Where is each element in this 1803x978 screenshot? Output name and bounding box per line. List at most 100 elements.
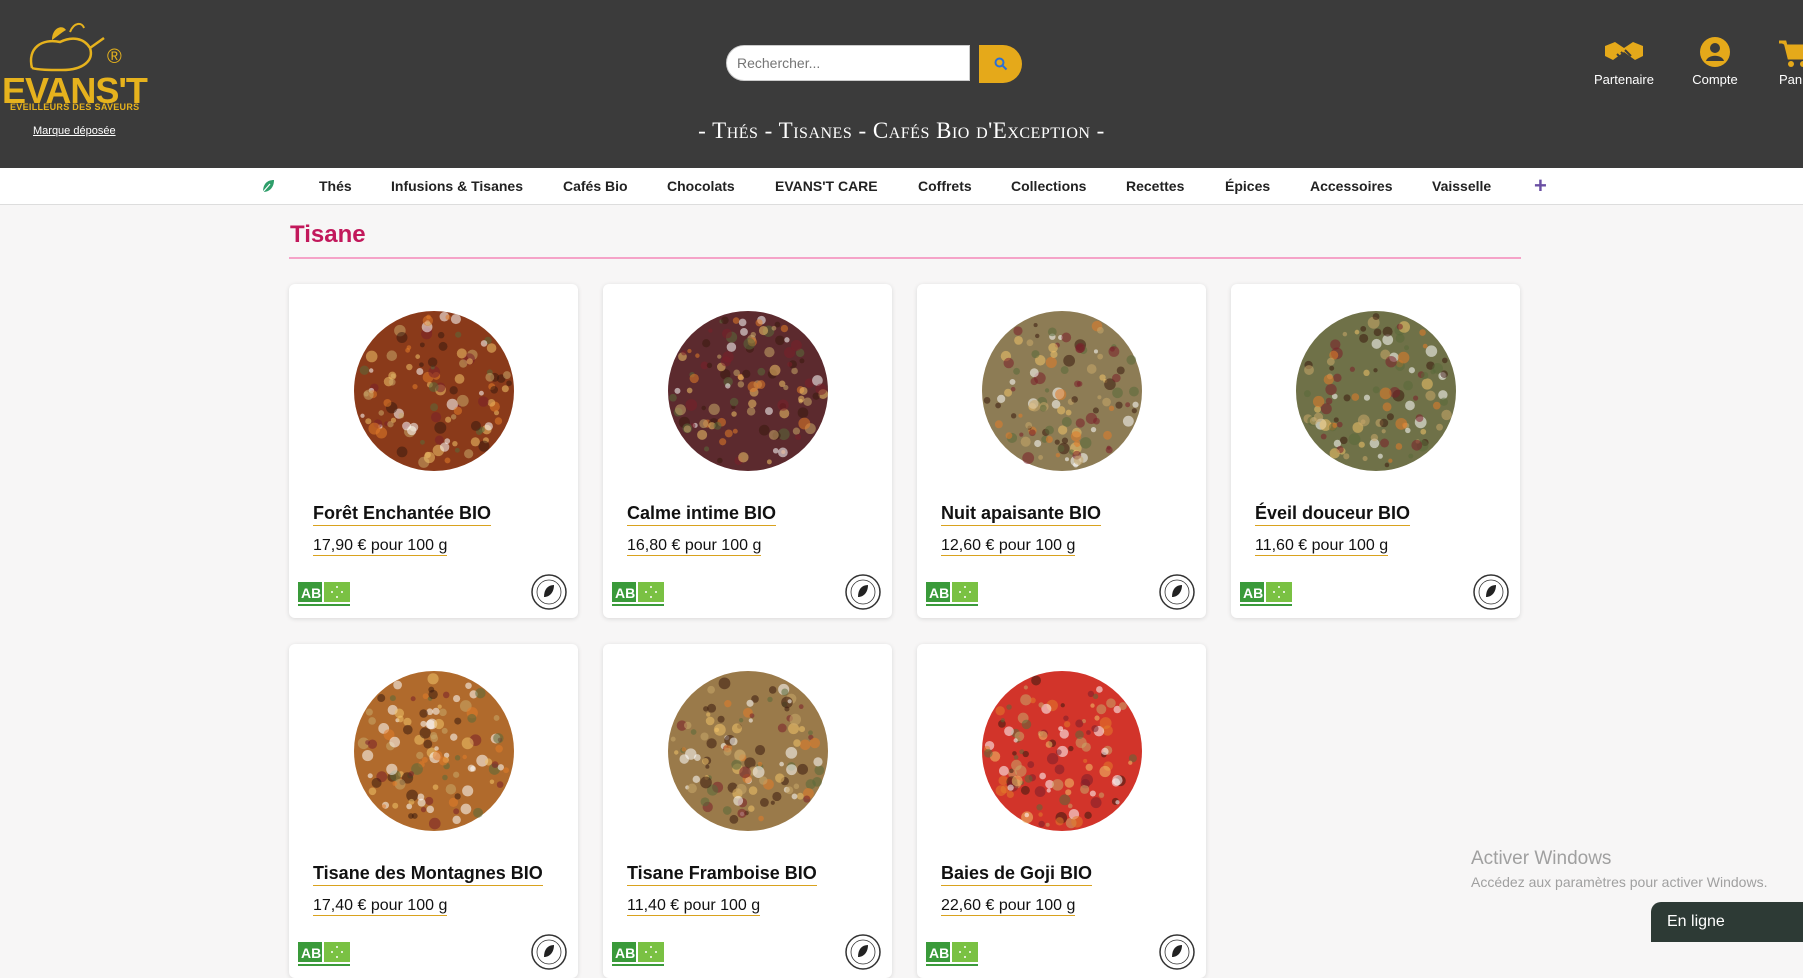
product-card[interactable]: Nuit apaisante BIO 12,60 € pour 100 g AB [917, 284, 1206, 618]
texture-speck [484, 422, 493, 431]
texture-speck [1439, 397, 1448, 406]
texture-speck [428, 382, 439, 393]
product-card[interactable]: Calme intime BIO 16,80 € pour 100 g AB [603, 284, 892, 618]
texture-speck [1071, 396, 1078, 403]
product-image[interactable] [967, 296, 1157, 486]
texture-speck [454, 717, 462, 725]
product-price: 16,80 € pour 100 g [627, 537, 762, 556]
nav-item-accessoires[interactable]: Accessoires [1310, 168, 1393, 204]
evanst-seal-icon [1158, 573, 1196, 616]
nav-more-button[interactable]: + [1534, 168, 1547, 204]
ab-organic-label-icon: AB [1240, 582, 1292, 613]
product-card[interactable]: Forêt Enchantée BIO 17,90 € pour 100 g A… [289, 284, 578, 618]
chat-widget[interactable]: En ligne [1651, 902, 1803, 942]
texture-speck [501, 385, 509, 393]
product-price: 22,60 € pour 100 g [941, 897, 1076, 916]
texture-speck [1013, 326, 1023, 336]
texture-speck [799, 386, 808, 395]
texture-speck [781, 688, 789, 696]
texture-speck [674, 404, 686, 416]
texture-speck [681, 747, 686, 752]
texture-speck [1106, 698, 1116, 708]
texture-speck [1403, 380, 1413, 391]
texture-speck [417, 798, 426, 807]
main-nav: Thés Infusions & Tisanes Cafés Bio Choco… [0, 168, 1803, 205]
texture-speck [775, 773, 785, 783]
cart-link[interactable]: Pani [1763, 36, 1803, 87]
texture-speck [423, 451, 436, 464]
texture-speck [738, 318, 747, 327]
texture-speck [450, 733, 458, 741]
texture-speck [729, 737, 738, 746]
product-card[interactable]: Éveil douceur BIO 11,60 € pour 100 g AB [1231, 284, 1520, 618]
product-name[interactable]: Calme intime BIO [627, 503, 777, 526]
texture-speck [386, 350, 398, 361]
product-image[interactable] [653, 656, 843, 846]
product-image[interactable] [1281, 296, 1471, 486]
product-name[interactable]: Nuit apaisante BIO [941, 503, 1102, 526]
nav-item-infusions[interactable]: Infusions & Tisanes [391, 168, 523, 204]
texture-speck [377, 694, 386, 703]
texture-speck [724, 700, 732, 708]
product-image[interactable] [339, 656, 529, 846]
texture-speck [444, 457, 451, 464]
nav-item-chocolats[interactable]: Chocolats [667, 168, 735, 204]
texture-speck [462, 785, 474, 797]
texture-speck [803, 397, 812, 406]
texture-speck [1039, 404, 1047, 412]
account-link[interactable]: Compte [1670, 36, 1760, 87]
texture-speck [368, 422, 381, 435]
texture-speck [1332, 422, 1338, 428]
texture-speck [1091, 725, 1099, 733]
nav-item-recettes[interactable]: Recettes [1126, 168, 1184, 204]
ab-text: AB [929, 945, 949, 961]
texture-speck [1070, 444, 1076, 450]
texture-speck [434, 421, 447, 434]
texture-speck [1396, 323, 1403, 330]
texture-speck [1122, 415, 1134, 427]
product-card[interactable]: Tisane des Montagnes BIO 17,40 € pour 10… [289, 644, 578, 978]
nav-item-thes[interactable]: Thés [319, 168, 352, 204]
product-name[interactable]: Baies de Goji BIO [941, 863, 1093, 886]
product-price: 17,90 € pour 100 g [313, 537, 448, 556]
texture-speck [459, 359, 468, 368]
texture-speck [769, 364, 781, 376]
texture-speck [1370, 433, 1379, 442]
texture-speck [1013, 755, 1019, 760]
texture-speck [1342, 331, 1348, 337]
texture-speck [388, 371, 397, 380]
nav-item-cafes[interactable]: Cafés Bio [563, 168, 628, 204]
texture-speck [772, 791, 782, 802]
product-name[interactable]: Tisane Framboise BIO [627, 863, 817, 886]
evanst-seal-icon [1472, 573, 1510, 616]
texture-speck [1038, 730, 1048, 741]
texture-speck [717, 354, 722, 359]
nav-item-coffrets[interactable]: Coffrets [918, 168, 972, 204]
product-card[interactable]: Baies de Goji BIO 22,60 € pour 100 g AB [917, 644, 1206, 978]
texture-speck [764, 346, 775, 358]
texture-speck [484, 758, 493, 766]
product-name[interactable]: Tisane des Montagnes BIO [313, 863, 543, 886]
texture-speck [1349, 366, 1355, 372]
texture-speck [708, 328, 713, 333]
texture-speck [1022, 452, 1035, 464]
texture-speck [402, 724, 413, 735]
nav-item-evanst-care[interactable]: EVANS'T CARE [775, 168, 878, 204]
product-name[interactable]: Éveil douceur BIO [1255, 503, 1411, 526]
product-image[interactable] [967, 656, 1157, 846]
product-image[interactable] [339, 296, 529, 486]
nav-item-epices[interactable]: Épices [1225, 168, 1270, 204]
title-divider [289, 257, 1521, 259]
texture-speck [1108, 405, 1115, 411]
product-card[interactable]: Tisane Framboise BIO 11,40 € pour 100 g … [603, 644, 892, 978]
texture-speck [1094, 715, 1100, 721]
texture-speck [452, 440, 458, 447]
search-button[interactable] [979, 45, 1022, 83]
partner-link[interactable]: Partenaire [1579, 36, 1669, 87]
product-image[interactable] [653, 296, 843, 486]
leaf-icon[interactable] [261, 178, 275, 194]
nav-item-vaisselle[interactable]: Vaisselle [1432, 168, 1491, 204]
nav-item-collections[interactable]: Collections [1011, 168, 1086, 204]
product-name[interactable]: Forêt Enchantée BIO [313, 503, 492, 526]
search-input[interactable] [726, 45, 970, 81]
